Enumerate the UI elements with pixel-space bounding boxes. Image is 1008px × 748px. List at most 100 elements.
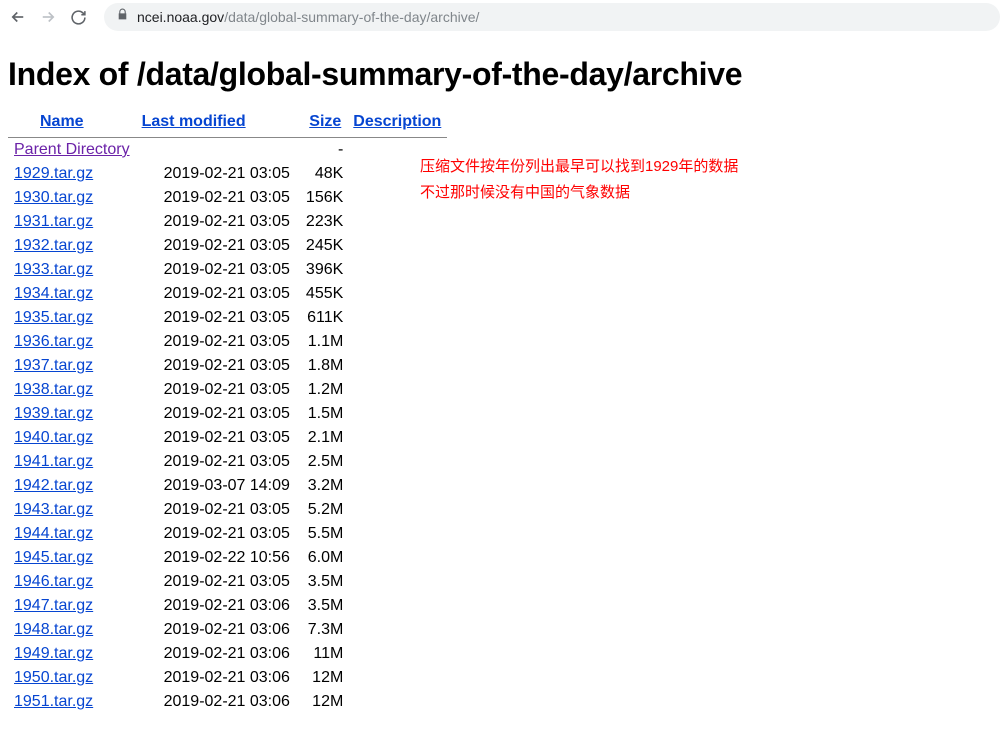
table-row: 1939.tar.gz2019-02-21 03:051.5M (8, 402, 447, 426)
cell-modified: 2019-02-21 03:05 (136, 258, 300, 282)
cell-modified: 2019-03-07 14:09 (136, 474, 300, 498)
file-link[interactable]: 1946.tar.gz (14, 573, 93, 590)
cell-size: 6.0M (300, 546, 347, 570)
parent-directory-link[interactable]: Parent Directory (14, 141, 130, 158)
table-row: 1947.tar.gz 2019-02-21 03:063.5M (8, 594, 447, 618)
cell-description (347, 642, 447, 666)
cell-modified (136, 138, 300, 163)
cell-modified: 2019-02-21 03:05 (136, 210, 300, 234)
cell-description (347, 234, 447, 258)
file-link[interactable]: 1945.tar.gz (14, 549, 93, 566)
cell-modified: 2019-02-21 03:05 (136, 234, 300, 258)
cell-size: 3.2M (300, 474, 347, 498)
cell-modified: 2019-02-21 03:05 (136, 522, 300, 546)
col-header-modified[interactable]: Last modified (142, 113, 246, 130)
file-link[interactable]: 1930.tar.gz (14, 189, 93, 206)
cell-modified: 2019-02-21 03:06 (136, 642, 300, 666)
cell-size: 3.5M (300, 570, 347, 594)
table-row: 1938.tar.gz2019-02-21 03:051.2M (8, 378, 447, 402)
cell-modified: 2019-02-21 03:05 (136, 306, 300, 330)
cell-modified: 2019-02-21 03:06 (136, 594, 300, 618)
cell-description (347, 522, 447, 546)
cell-description (347, 618, 447, 642)
file-link[interactable]: 1936.tar.gz (14, 333, 93, 350)
cell-size: 1.5M (300, 402, 347, 426)
table-row: 1946.tar.gz 2019-02-21 03:053.5M (8, 570, 447, 594)
file-link[interactable]: 1949.tar.gz (14, 645, 93, 662)
file-link[interactable]: 1943.tar.gz (14, 501, 93, 518)
cell-modified: 2019-02-21 03:05 (136, 330, 300, 354)
browser-toolbar: ncei.noaa.gov/data/global-summary-of-the… (0, 0, 1008, 34)
cell-description (347, 570, 447, 594)
file-link[interactable]: 1942.tar.gz (14, 477, 93, 494)
cell-description (347, 690, 447, 714)
page-title: Index of /data/global-summary-of-the-day… (8, 56, 1000, 93)
file-link[interactable]: 1938.tar.gz (14, 381, 93, 398)
cell-size: 3.5M (300, 594, 347, 618)
cell-size: 5.5M (300, 522, 347, 546)
cell-modified: 2019-02-21 03:05 (136, 282, 300, 306)
table-row: 1935.tar.gz 2019-02-21 03:05611K (8, 306, 447, 330)
back-button[interactable] (8, 7, 28, 27)
table-row: 1945.tar.gz2019-02-22 10:566.0M (8, 546, 447, 570)
cell-description (347, 498, 447, 522)
address-bar[interactable]: ncei.noaa.gov/data/global-summary-of-the… (104, 3, 1000, 31)
cell-description (347, 210, 447, 234)
table-row: 1934.tar.gz 2019-02-21 03:05455K (8, 282, 447, 306)
file-link[interactable]: 1951.tar.gz (14, 693, 93, 710)
cell-size: 156K (300, 186, 347, 210)
cell-size: 2.1M (300, 426, 347, 450)
cell-size: 455K (300, 282, 347, 306)
cell-size: 7.3M (300, 618, 347, 642)
cell-description (347, 378, 447, 402)
table-row: 1943.tar.gz2019-02-21 03:055.2M (8, 498, 447, 522)
forward-button[interactable] (38, 7, 58, 27)
table-row: 1949.tar.gz2019-02-21 03:0611M (8, 642, 447, 666)
cell-description (347, 258, 447, 282)
file-link[interactable]: 1932.tar.gz (14, 237, 93, 254)
cell-modified: 2019-02-21 03:06 (136, 666, 300, 690)
cell-description (347, 306, 447, 330)
table-row: 1936.tar.gz2019-02-21 03:051.1M (8, 330, 447, 354)
cell-modified: 2019-02-21 03:05 (136, 570, 300, 594)
file-link[interactable]: 1947.tar.gz (14, 597, 93, 614)
file-link[interactable]: 1931.tar.gz (14, 213, 93, 230)
cell-size: 12M (300, 690, 347, 714)
page-content: Index of /data/global-summary-of-the-day… (0, 34, 1008, 714)
col-header-description[interactable]: Description (353, 113, 441, 130)
file-link[interactable]: 1941.tar.gz (14, 453, 93, 470)
cell-description (347, 594, 447, 618)
table-row: 1948.tar.gz 2019-02-21 03:067.3M (8, 618, 447, 642)
table-row: 1937.tar.gz2019-02-21 03:051.8M (8, 354, 447, 378)
file-link[interactable]: 1950.tar.gz (14, 669, 93, 686)
directory-listing: Name Last modified Size Description Pare… (8, 111, 447, 714)
cell-size: 1.2M (300, 378, 347, 402)
col-header-size[interactable]: Size (309, 113, 341, 130)
file-link[interactable]: 1935.tar.gz (14, 309, 93, 326)
table-row: 1951.tar.gz2019-02-21 03:0612M (8, 690, 447, 714)
cell-description (347, 546, 447, 570)
file-link[interactable]: 1937.tar.gz (14, 357, 93, 374)
table-row: Parent Directory- (8, 138, 447, 163)
file-link[interactable]: 1939.tar.gz (14, 405, 93, 422)
annotation-line: 不过那时候没有中国的气象数据 (420, 180, 738, 206)
file-link[interactable]: 1948.tar.gz (14, 621, 93, 638)
file-link[interactable]: 1940.tar.gz (14, 429, 93, 446)
url-text: ncei.noaa.gov/data/global-summary-of-the… (137, 9, 479, 25)
file-link[interactable]: 1944.tar.gz (14, 525, 93, 542)
cell-modified: 2019-02-21 03:06 (136, 618, 300, 642)
table-row: 1929.tar.gz2019-02-21 03:0548K (8, 162, 447, 186)
reload-button[interactable] (68, 7, 88, 27)
cell-modified: 2019-02-21 03:05 (136, 354, 300, 378)
cell-description (347, 354, 447, 378)
file-link[interactable]: 1934.tar.gz (14, 285, 93, 302)
file-link[interactable]: 1933.tar.gz (14, 261, 93, 278)
annotation-overlay: 压缩文件按年份列出最早可以找到1929年的数据 不过那时候没有中国的气象数据 (420, 154, 738, 205)
col-header-name[interactable]: Name (40, 113, 84, 130)
cell-size: 5.2M (300, 498, 347, 522)
annotation-line: 压缩文件按年份列出最早可以找到1929年的数据 (420, 154, 738, 180)
cell-description (347, 330, 447, 354)
table-row: 1941.tar.gz2019-02-21 03:052.5M (8, 450, 447, 474)
cell-size: 611K (300, 306, 347, 330)
file-link[interactable]: 1929.tar.gz (14, 165, 93, 182)
